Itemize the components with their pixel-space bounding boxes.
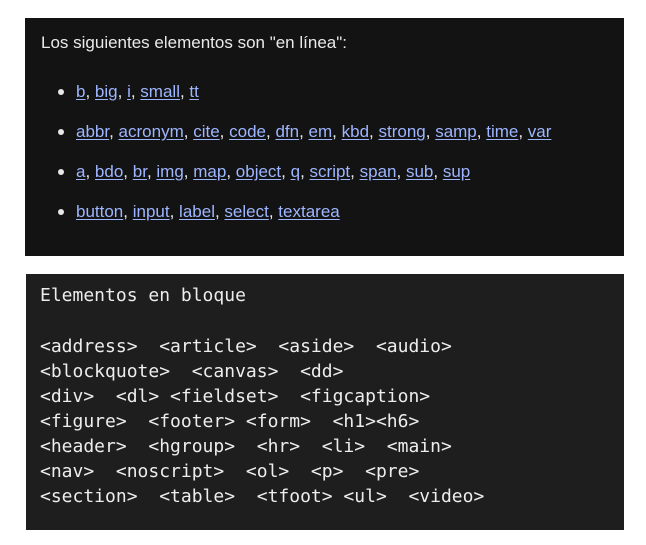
inline-elements-row: a, bdo, br, img, map, object, q, script,… — [41, 160, 608, 200]
separator: , — [396, 162, 406, 181]
separator: , — [123, 202, 133, 221]
bullet-icon — [58, 129, 64, 135]
inline-elements-panel: Los siguientes elementos son "en línea":… — [25, 18, 624, 256]
tag-link-sub[interactable]: sub — [406, 162, 433, 181]
tag-link-object[interactable]: object — [236, 162, 281, 181]
block-elements-line: <address> <article> <aside> <audio> — [40, 336, 452, 357]
tag-link-em[interactable]: em — [309, 122, 333, 141]
separator: , — [300, 162, 310, 181]
tag-link-samp[interactable]: samp — [435, 122, 477, 141]
separator: , — [130, 82, 141, 101]
separator: , — [219, 122, 230, 141]
separator: , — [169, 202, 180, 221]
tag-link-kbd[interactable]: kbd — [342, 122, 369, 141]
separator: , — [109, 122, 119, 141]
tag-link-abbr[interactable]: abbr — [76, 122, 109, 141]
separator: , — [146, 162, 157, 181]
separator: , — [518, 122, 528, 141]
separator: , — [179, 82, 190, 101]
separator: , — [85, 82, 95, 101]
bullet-icon — [58, 169, 64, 175]
tag-link-map[interactable]: map — [193, 162, 226, 181]
tag-link-span[interactable]: span — [360, 162, 397, 181]
separator: , — [183, 122, 194, 141]
tag-link-label[interactable]: label — [179, 202, 215, 221]
separator: , — [299, 122, 309, 141]
block-elements-line: <section> <table> <tfoot> <ul> <video> — [40, 486, 485, 507]
tag-link-big[interactable]: big — [95, 82, 118, 101]
inline-elements-row: abbr, acronym, cite, code, dfn, em, kbd,… — [41, 120, 608, 160]
separator: , — [85, 162, 95, 181]
inline-elements-heading: Los siguientes elementos son "en línea": — [41, 33, 347, 52]
separator: , — [425, 122, 436, 141]
tag-link-br[interactable]: br — [133, 162, 147, 181]
tag-link-small[interactable]: small — [140, 82, 180, 101]
inline-elements-list: b, big, i, small, tt abbr, acronym, cite,… — [41, 80, 608, 240]
tag-link-img[interactable]: img — [156, 162, 183, 181]
tag-link-q[interactable]: q — [291, 162, 300, 181]
separator: , — [332, 122, 342, 141]
tag-link-button[interactable]: button — [76, 202, 123, 221]
tag-link-select[interactable]: select — [224, 202, 268, 221]
separator: , — [214, 202, 225, 221]
bullet-icon — [58, 89, 64, 95]
tag-link-var[interactable]: var — [528, 122, 552, 141]
block-elements-line: <header> <hgroup> <hr> <li> <main> — [40, 436, 452, 457]
separator: , — [350, 162, 360, 181]
separator: , — [226, 162, 236, 181]
block-elements-heading: Elementos en bloque — [40, 285, 246, 306]
block-elements-line: <nav> <noscript> <ol> <p> <pre> — [40, 461, 420, 482]
separator: , — [476, 122, 487, 141]
tag-link-code[interactable]: code — [229, 122, 266, 141]
separator: , — [268, 202, 279, 221]
bullet-icon — [58, 209, 64, 215]
tag-link-script[interactable]: script — [310, 162, 351, 181]
separator: , — [433, 162, 443, 181]
separator: , — [117, 82, 128, 101]
tag-link-sup[interactable]: sup — [443, 162, 470, 181]
tag-link-input[interactable]: input — [133, 202, 170, 221]
separator: , — [281, 162, 291, 181]
block-elements-panel: Elementos en bloque <address> <article> … — [26, 274, 624, 530]
separator: , — [123, 162, 133, 181]
block-elements-line: <div> <dl> <fieldset> <figcaption> — [40, 386, 431, 407]
block-elements-line: <blockquote> <canvas> <dd> — [40, 361, 344, 382]
tag-link-textarea[interactable]: textarea — [278, 202, 339, 221]
tag-link-dfn[interactable]: dfn — [275, 122, 299, 141]
tag-link-time[interactable]: time — [486, 122, 518, 141]
block-elements-code: <address> <article> <aside> <audio> <blo… — [40, 334, 609, 509]
tag-link-tt[interactable]: tt — [189, 82, 198, 101]
separator: , — [183, 162, 194, 181]
tag-link-acronym[interactable]: acronym — [119, 122, 184, 141]
tag-link-cite[interactable]: cite — [193, 122, 219, 141]
tag-link-bdo[interactable]: bdo — [95, 162, 123, 181]
inline-elements-row: b, big, i, small, tt — [41, 80, 608, 120]
inline-elements-row: button, input, label, select, textarea — [41, 200, 608, 240]
block-elements-line: <figure> <footer> <form> <h1><h6> — [40, 411, 420, 432]
tag-link-strong[interactable]: strong — [378, 122, 425, 141]
